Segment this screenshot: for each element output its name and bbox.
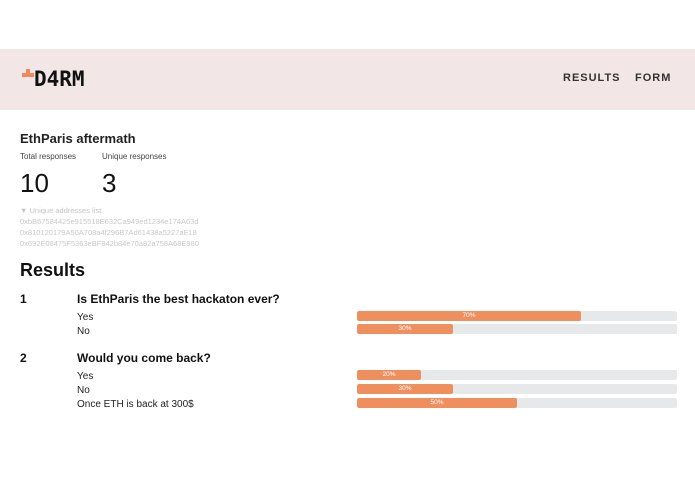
result-bar: 30% xyxy=(357,324,677,334)
option-label: No xyxy=(77,385,90,396)
result-bar: 70% xyxy=(357,311,677,321)
question-number: 2 xyxy=(20,351,27,365)
result-percent: 30% xyxy=(398,385,412,392)
address-item: 0x810120179A50A708a4f296B7Ad61438a5227aE… xyxy=(20,228,197,237)
option-label: Yes xyxy=(77,371,94,382)
unique-responses-label: Unique responses xyxy=(102,152,167,161)
question-text: Would you come back? xyxy=(77,351,211,365)
question-number: 1 xyxy=(20,292,27,306)
option-label: Once ETH is back at 300$ xyxy=(77,399,194,410)
result-percent: 70% xyxy=(462,312,476,319)
top-header: D4RM RESULTS FORM xyxy=(0,49,695,110)
d4rm-logo[interactable]: D4RM xyxy=(22,67,85,91)
unique-addresses-toggle[interactable]: ▼ Unique addresses list xyxy=(20,206,101,215)
total-responses-value: 10 xyxy=(20,168,49,198)
nav-results[interactable]: RESULTS xyxy=(563,72,621,84)
unique-responses-value: 3 xyxy=(102,168,117,198)
nav-form[interactable]: FORM xyxy=(635,72,671,84)
result-bar: 20% xyxy=(357,370,677,380)
result-percent: 20% xyxy=(382,371,396,378)
result-percent: 30% xyxy=(398,325,412,332)
result-bar: 30% xyxy=(357,384,677,394)
form-title: EthParis aftermath xyxy=(20,131,136,146)
option-label: Yes xyxy=(77,312,94,323)
total-responses-label: Total responses xyxy=(20,152,77,161)
option-label: No xyxy=(77,326,90,337)
result-percent: 50% xyxy=(430,399,444,406)
logo-text: D4RM xyxy=(34,67,85,91)
result-bar: 50% xyxy=(357,398,677,408)
address-item: 0x692E08475F5363eBF842b84e70a82a758A68E9… xyxy=(20,239,199,248)
results-heading: Results xyxy=(20,260,86,280)
address-item: 0xbB67584425e915518E632Ca949ed1234e174A6… xyxy=(20,217,199,226)
logo-mark-icon xyxy=(22,69,34,89)
question-text: Is EthParis the best hackaton ever? xyxy=(77,292,280,306)
